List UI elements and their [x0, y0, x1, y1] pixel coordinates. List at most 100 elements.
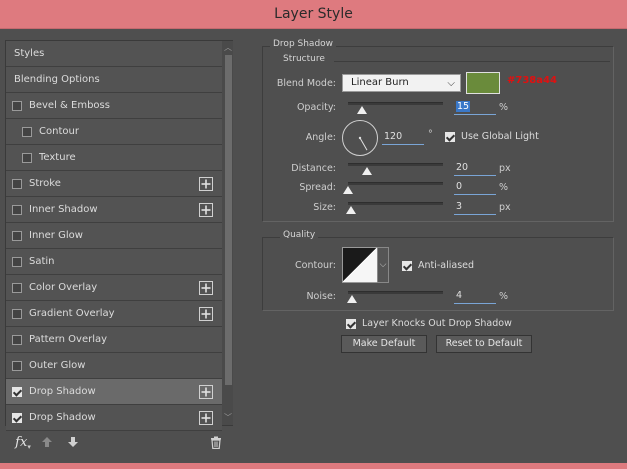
drop-shadow-group-title: Drop Shadow: [270, 39, 337, 49]
list-item-label: Blending Options: [14, 74, 100, 85]
spread-value: 0: [456, 181, 463, 192]
layer-knocks-out-row[interactable]: Layer Knocks Out Drop Shadow: [346, 318, 512, 329]
angle-label: Angle:: [305, 132, 336, 143]
list-item-bevel-emboss[interactable]: Bevel & Emboss: [6, 93, 222, 119]
list-item-label: Texture: [39, 152, 76, 163]
list-item-color-overlay[interactable]: Color Overlay: [6, 275, 222, 301]
list-item-checkbox[interactable]: [12, 360, 22, 371]
trash-icon[interactable]: [208, 433, 224, 451]
blend-mode-label: Blend Mode:: [276, 78, 336, 89]
contour-preview[interactable]: [342, 247, 378, 283]
noise-slider-track[interactable]: [348, 291, 443, 294]
layer-knocks-out-checkbox[interactable]: [346, 318, 356, 329]
scroll-down-arrow-icon[interactable]: ﹀: [223, 412, 233, 424]
fx-label: fx: [15, 434, 28, 450]
distance-slider-thumb[interactable]: [362, 167, 372, 175]
list-item-checkbox[interactable]: [12, 308, 22, 319]
list-item-styles[interactable]: Styles: [6, 41, 222, 67]
spread-unit: %: [499, 182, 509, 193]
move-down-icon[interactable]: [65, 433, 81, 451]
scroll-up-arrow-icon[interactable]: ︿: [223, 42, 233, 54]
list-item-inner-glow[interactable]: Inner Glow: [6, 223, 222, 249]
contour-dropdown[interactable]: ⌵: [377, 247, 389, 283]
use-global-light-row[interactable]: Use Global Light: [445, 131, 539, 142]
list-item-checkbox[interactable]: [12, 256, 22, 267]
list-item-checkbox[interactable]: [12, 230, 22, 241]
list-item-label: Pattern Overlay: [29, 334, 108, 345]
reset-to-default-button[interactable]: Reset to Default: [436, 335, 532, 353]
make-default-button[interactable]: Make Default: [341, 335, 427, 353]
noise-label: Noise:: [306, 291, 336, 302]
list-item-label: Drop Shadow: [29, 412, 96, 423]
blend-mode-select[interactable]: Linear Burn ⌵: [342, 74, 461, 92]
list-item-drop-shadow-2[interactable]: Drop Shadow: [6, 405, 222, 431]
opacity-unit: %: [499, 102, 509, 113]
list-item-checkbox[interactable]: [12, 412, 22, 423]
quality-section-title: Quality: [280, 230, 319, 240]
size-unit: px: [499, 202, 511, 213]
list-scrollbar[interactable]: ︿ ﹀: [223, 41, 233, 425]
noise-input[interactable]: 4: [454, 289, 496, 304]
distance-value: 20: [456, 162, 469, 173]
list-item-contour[interactable]: Contour: [6, 119, 222, 145]
add-effect-plus-icon[interactable]: [199, 177, 213, 191]
list-item-checkbox[interactable]: [12, 204, 22, 215]
styles-list-panel: Styles Blending Options Bevel & Emboss Cont…: [5, 40, 233, 431]
scroll-thumb[interactable]: [225, 55, 232, 385]
list-item-checkbox[interactable]: [22, 152, 32, 163]
list-item-stroke[interactable]: Stroke: [6, 171, 222, 197]
list-item-label: Gradient Overlay: [29, 308, 115, 319]
list-item-checkbox[interactable]: [12, 334, 22, 345]
angle-input[interactable]: 120: [382, 130, 424, 145]
list-item-checkbox[interactable]: [12, 178, 22, 189]
list-item-checkbox[interactable]: [22, 126, 32, 137]
list-item-pattern-overlay[interactable]: Pattern Overlay: [6, 327, 222, 353]
opacity-value: 15: [456, 101, 471, 112]
list-item-label: Outer Glow: [29, 360, 86, 371]
window-title: Layer Style: [274, 6, 353, 22]
spread-slider-thumb[interactable]: [343, 186, 353, 194]
list-item-outer-glow[interactable]: Outer Glow: [6, 353, 222, 379]
opacity-input[interactable]: 15: [454, 100, 496, 115]
fx-icon[interactable]: fx ▾: [13, 433, 33, 451]
list-item-label: Drop Shadow: [29, 386, 96, 397]
angle-unit: °: [428, 129, 433, 140]
distance-input[interactable]: 20: [454, 161, 496, 176]
distance-slider-track[interactable]: [348, 163, 443, 166]
opacity-label: Opacity:: [296, 102, 336, 113]
add-effect-plus-icon[interactable]: [199, 307, 213, 321]
size-label: Size:: [313, 202, 336, 213]
move-up-icon[interactable]: [39, 433, 55, 451]
list-item-gradient-overlay[interactable]: Gradient Overlay: [6, 301, 222, 327]
angle-dial[interactable]: [342, 120, 378, 156]
use-global-light-checkbox[interactable]: [445, 131, 455, 142]
list-item-checkbox[interactable]: [12, 100, 22, 111]
list-item-inner-shadow[interactable]: Inner Shadow: [6, 197, 222, 223]
list-item-checkbox[interactable]: [12, 282, 22, 293]
add-effect-plus-icon[interactable]: [199, 203, 213, 217]
noise-slider-thumb[interactable]: [346, 295, 357, 303]
add-effect-plus-icon[interactable]: [199, 385, 213, 399]
opacity-slider-track[interactable]: [348, 102, 443, 105]
spread-input[interactable]: 0: [454, 180, 496, 195]
list-item-satin[interactable]: Satin: [6, 249, 222, 275]
distance-unit: px: [499, 163, 511, 174]
spread-slider-track[interactable]: [348, 182, 443, 185]
shadow-color-swatch[interactable]: [466, 72, 500, 94]
anti-aliased-checkbox[interactable]: [402, 260, 412, 271]
anti-aliased-label: Anti-aliased: [418, 260, 475, 271]
add-effect-plus-icon[interactable]: [199, 411, 213, 425]
size-slider-thumb[interactable]: [345, 206, 356, 214]
spread-label: Spread:: [299, 182, 336, 193]
list-item-checkbox[interactable]: [12, 386, 22, 397]
use-global-light-label: Use Global Light: [461, 131, 539, 142]
size-input[interactable]: 3: [454, 200, 496, 215]
list-item-blending-options[interactable]: Blending Options: [6, 67, 222, 93]
angle-value: 120: [384, 131, 403, 142]
add-effect-plus-icon[interactable]: [199, 281, 213, 295]
opacity-slider-thumb[interactable]: [357, 106, 368, 114]
size-slider-track[interactable]: [348, 202, 443, 205]
list-item-texture[interactable]: Texture: [6, 145, 222, 171]
list-item-drop-shadow[interactable]: Drop Shadow: [6, 379, 222, 405]
anti-aliased-row[interactable]: Anti-aliased: [402, 260, 474, 271]
